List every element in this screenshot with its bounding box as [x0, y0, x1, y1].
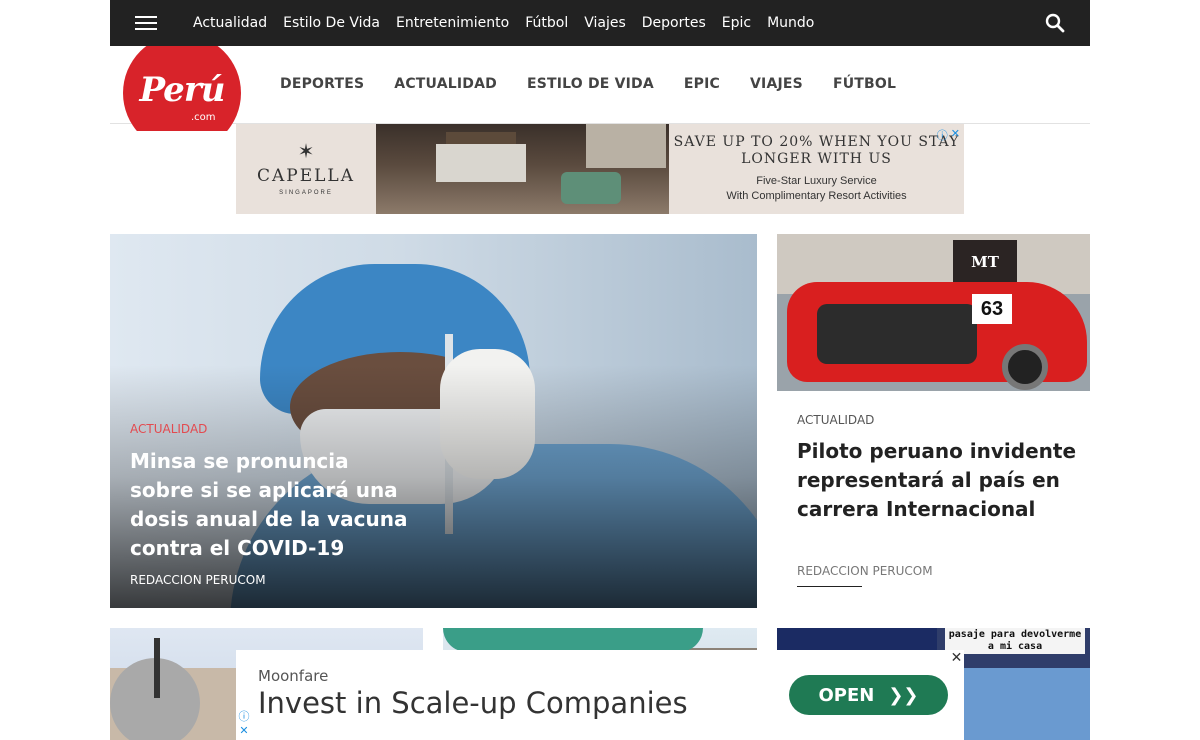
ad-close-icon[interactable]: ✕	[951, 127, 960, 143]
ad-copy: SAVE UP TO 20% WHEN YOU STAY LONGER WITH…	[669, 124, 964, 214]
section-actualidad[interactable]: ACTUALIDAD	[394, 76, 497, 92]
top-nav-futbol[interactable]: Fútbol	[525, 15, 568, 31]
side-author[interactable]: REDACCION PERUCOM	[797, 564, 933, 578]
side-article[interactable]: MT 63 ACTUALIDAD Piloto peruano invident…	[777, 234, 1090, 608]
ad-advertiser: Moonfare	[258, 667, 329, 685]
bottom-sticky-ad[interactable]: Moonfare Invest in Scale-up Companies OP…	[236, 650, 964, 740]
top-nav-epic[interactable]: Epic	[722, 15, 751, 31]
page: Actualidad Estilo De Vida Entretenimient…	[0, 0, 1200, 740]
ad-brand-block: ✶ CAPELLA SINGAPORE	[236, 124, 376, 214]
thumb-note-text: pasaje para devolverme a mi casa	[945, 628, 1085, 654]
ad-info-icon[interactable]: ⓘ	[239, 708, 250, 724]
ad-detail-line-2: With Complimentary Resort Activities	[726, 190, 907, 202]
site-logo[interactable]: Perú .com	[123, 46, 241, 131]
top-nav-actualidad[interactable]: Actualidad	[193, 15, 267, 31]
top-nav-estilo-de-vida[interactable]: Estilo De Vida	[283, 15, 380, 31]
hero-author[interactable]: REDACCION PERUCOM	[130, 573, 266, 587]
ad-brand-sub: SINGAPORE	[279, 190, 333, 196]
hero-title[interactable]: Minsa se pronuncia sobre si se aplicará …	[130, 447, 410, 563]
ad-detail-line-1: Five-Star Luxury Service	[756, 175, 877, 187]
section-estilo-de-vida[interactable]: ESTILO DE VIDA	[527, 76, 654, 92]
ad-choices: ⓘ ✕	[937, 127, 960, 143]
ad-open-label: OPEN	[818, 684, 875, 706]
side-title[interactable]: Piloto peruano invidente representará al…	[797, 437, 1077, 524]
site-header: Perú .com DEPORTES ACTUALIDAD ESTILO DE …	[110, 46, 1090, 131]
search-icon[interactable]	[1044, 12, 1066, 34]
ad-info-icons: ⓘ ✕	[236, 708, 252, 740]
ad-info-icon[interactable]: ⓘ	[937, 127, 948, 143]
car-dealer-sign: MT	[953, 240, 1017, 284]
chevron-right-icon: ❯❯	[888, 684, 919, 706]
section-epic[interactable]: EPIC	[684, 76, 720, 92]
ad-close-icon[interactable]: ✕	[949, 650, 964, 665]
top-navigation-bar: Actualidad Estilo De Vida Entretenimient…	[110, 0, 1090, 46]
section-futbol[interactable]: FÚTBOL	[833, 76, 896, 92]
capella-star-icon: ✶	[297, 141, 315, 163]
top-nav-viajes[interactable]: Viajes	[584, 15, 626, 31]
side-category[interactable]: ACTUALIDAD	[797, 413, 874, 427]
hamburger-icon[interactable]	[110, 0, 182, 46]
top-nav-links: Actualidad Estilo De Vida Entretenimient…	[193, 15, 830, 31]
ad-open-button[interactable]: OPEN ❯❯	[789, 675, 948, 715]
hero-article[interactable]: ACTUALIDAD Minsa se pronuncia sobre si s…	[110, 234, 757, 608]
top-banner-ad[interactable]: ✶ CAPELLA SINGAPORE SAVE UP TO 20% WHEN …	[236, 124, 964, 214]
race-number: 63	[972, 294, 1012, 324]
ad-headline: SAVE UP TO 20% WHEN YOU STAY LONGER WITH…	[673, 134, 960, 167]
logo-domain: .com	[191, 112, 216, 123]
hero-category[interactable]: ACTUALIDAD	[130, 422, 207, 436]
ad-bottom-headline[interactable]: Invest in Scale-up Companies	[258, 686, 688, 720]
top-nav-mundo[interactable]: Mundo	[767, 15, 814, 31]
top-nav-entretenimiento[interactable]: Entretenimiento	[396, 15, 509, 31]
ad-detail: Five-Star Luxury Service With Compliment…	[726, 174, 906, 204]
ad-brand: CAPELLA	[257, 166, 355, 186]
section-nav: DEPORTES ACTUALIDAD ESTILO DE VIDA EPIC …	[280, 76, 926, 92]
author-underline	[797, 586, 862, 587]
side-article-image[interactable]: MT 63	[777, 234, 1090, 391]
section-viajes[interactable]: VIAJES	[750, 76, 803, 92]
ad-hotel-photo	[376, 124, 669, 214]
section-deportes[interactable]: DEPORTES	[280, 76, 364, 92]
top-nav-deportes[interactable]: Deportes	[642, 15, 706, 31]
logo-wordmark: Perú	[139, 70, 226, 110]
ad-dismiss-icon[interactable]: ✕	[239, 724, 248, 737]
